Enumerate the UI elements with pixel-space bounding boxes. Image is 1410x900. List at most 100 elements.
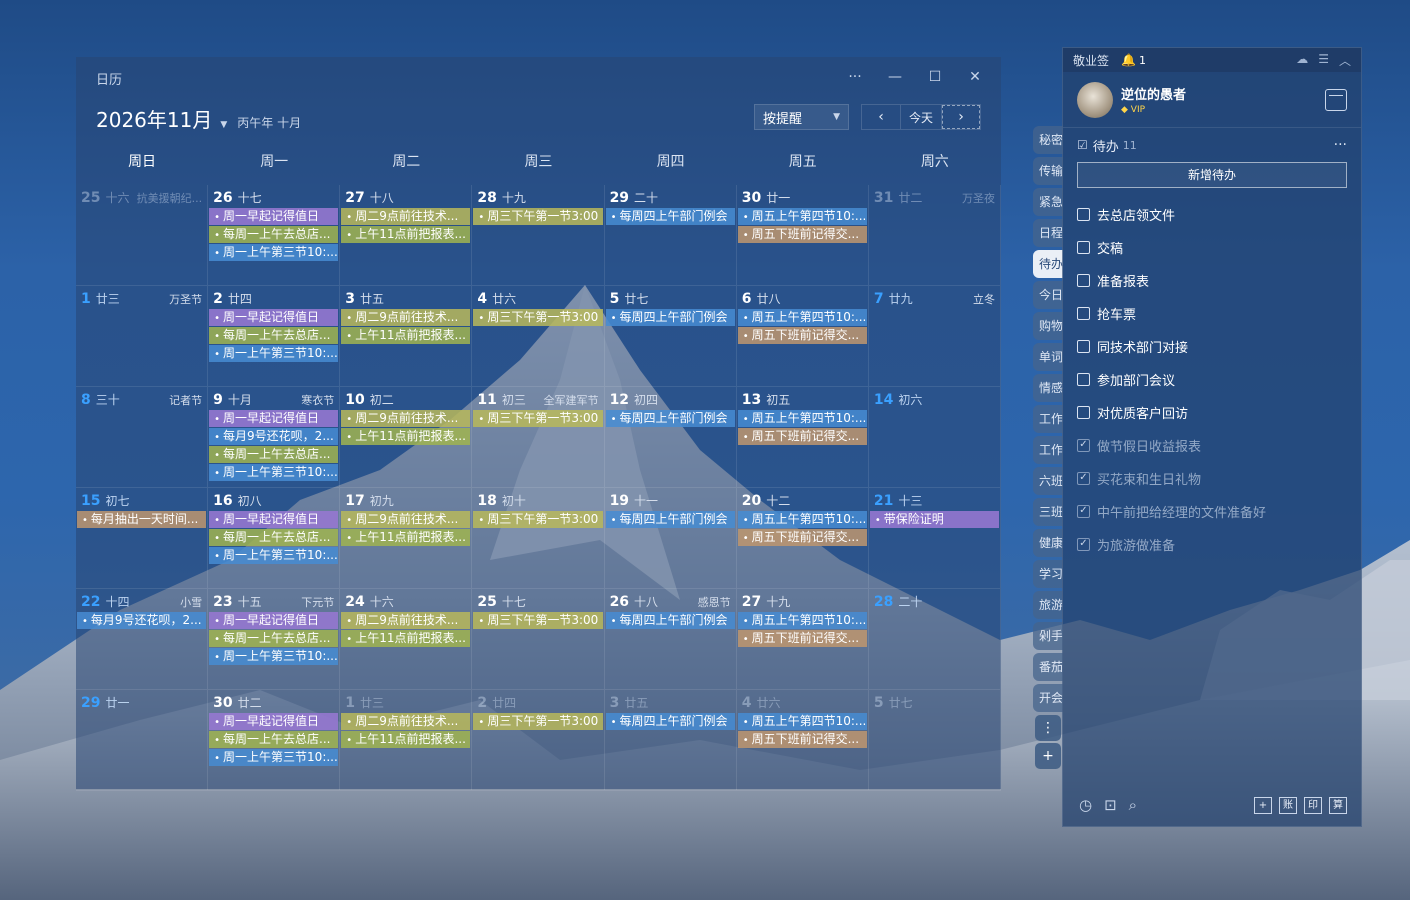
side-tab-item[interactable]: 番茄 (1033, 653, 1063, 681)
toolbar-box-button[interactable]: 账 (1279, 796, 1297, 814)
todo-checkbox[interactable]: ✓ (1077, 472, 1090, 485)
calendar-event[interactable]: 每周一上午去总店... (209, 731, 339, 748)
todo-checkbox[interactable] (1077, 208, 1090, 221)
day-cell[interactable]: 23 十五 下元节周一早起记得值日每周一上午去总店...周一上午第三节10:... (208, 589, 341, 690)
side-tab-item[interactable]: 待办 (1033, 250, 1063, 278)
day-cell[interactable]: 10 初二周二9点前往技术...上午11点前把报表... (340, 387, 473, 488)
todo-checkbox[interactable]: ✓ (1077, 505, 1090, 518)
calendar-event[interactable]: 每周一上午去总店... (209, 529, 339, 546)
calendar-event[interactable]: 上午11点前把报表... (341, 630, 471, 647)
day-cell[interactable]: 20 十二周五上午第四节10:...周五下班前记得交... (736, 488, 869, 589)
month-title[interactable]: 2026年11月 (96, 104, 212, 133)
calendar-event[interactable]: 周二9点前往技术... (341, 309, 471, 326)
calendar-event[interactable]: 每周四上午部门例会 (605, 713, 735, 730)
day-cell[interactable]: 5 廿七每周四上午部门例会 (604, 286, 737, 387)
todo-item[interactable]: 准备报表 (1063, 264, 1361, 297)
calendar-event[interactable]: 周一上午第三节10:... (209, 345, 339, 362)
archive-icon[interactable]: ⊡ (1104, 796, 1117, 814)
day-cell[interactable]: 7 廿九 立冬 (868, 286, 1001, 387)
side-tab-item[interactable]: 秘密 (1033, 126, 1063, 154)
calendar-event[interactable]: 每周一上午去总店... (209, 327, 339, 344)
day-cell[interactable]: 9 十月 寒衣节周一早起记得值日每月9号还花呗，2...每周一上午去总店...周一上… (208, 387, 341, 488)
side-tab-item[interactable]: 工作 (1033, 436, 1063, 464)
calendar-event[interactable]: 每月9号还花呗，2... (209, 428, 339, 445)
day-cell[interactable]: 2 廿四周三下午第一节3:00 (472, 690, 605, 791)
day-cell[interactable]: 8 三十 记者节 (76, 387, 209, 488)
day-cell[interactable]: 25 十七周三下午第一节3:00 (472, 589, 605, 690)
calendar-event[interactable]: 周五下班前记得交... (737, 327, 867, 344)
calendar-event[interactable]: 周一早起记得值日 (209, 511, 339, 528)
calendar-event[interactable]: 周五上午第四节10:... (737, 612, 867, 629)
calendar-event[interactable]: 周三下午第一节3:00 (473, 612, 603, 629)
todo-item[interactable]: 参加部门会议 (1063, 363, 1361, 396)
next-month-button[interactable]: › (942, 105, 980, 129)
calendar-event[interactable]: 上午11点前把报表... (341, 731, 471, 748)
calendar-event[interactable]: 周五下班前记得交... (737, 630, 867, 647)
collapse-icon[interactable]: ︿ (1339, 52, 1351, 69)
bell-icon[interactable]: 🔔 (1121, 53, 1136, 67)
day-cell[interactable]: 26 十八 感恩节每周四上午部门例会 (604, 589, 737, 690)
calendar-event[interactable]: 周五上午第四节10:... (737, 410, 867, 427)
today-button[interactable]: 今天 (900, 105, 942, 129)
calendar-event[interactable]: 周五下班前记得交... (737, 226, 867, 243)
calendar-event[interactable]: 周一早起记得值日 (209, 309, 339, 326)
todo-item[interactable]: 交稿 (1063, 231, 1361, 264)
calendar-event[interactable]: 每周四上午部门例会 (605, 511, 735, 528)
calendar-event[interactable]: 周一早起记得值日 (209, 208, 339, 225)
calendar-event[interactable]: 周一上午第三节10:... (209, 648, 339, 665)
calendar-event[interactable]: 上午11点前把报表... (341, 428, 471, 445)
more-vertical-icon[interactable]: ⋮ (1035, 715, 1061, 741)
minimize-icon[interactable]: — (877, 65, 913, 89)
calendar-event[interactable]: 周一早起记得值日 (209, 612, 339, 629)
day-cell[interactable]: 4 廿六周五上午第四节10:...周五下班前记得交... (736, 690, 869, 791)
day-cell[interactable]: 3 廿五周二9点前往技术...上午11点前把报表... (340, 286, 473, 387)
toolbar-box-button[interactable]: + (1254, 796, 1272, 814)
calendar-event[interactable]: 周三下午第一节3:00 (473, 309, 603, 326)
day-cell[interactable]: 13 初五周五上午第四节10:...周五下班前记得交... (736, 387, 869, 488)
side-tab-item[interactable]: 紧急 (1033, 188, 1063, 216)
calendar-event[interactable]: 周二9点前往技术... (341, 208, 471, 225)
more-icon[interactable]: ··· (837, 65, 873, 89)
calendar-event[interactable]: 周五下班前记得交... (737, 529, 867, 546)
calendar-event[interactable]: 周三下午第一节3:00 (473, 208, 603, 225)
calendar-event[interactable]: 周二9点前往技术... (341, 713, 471, 730)
todo-item[interactable]: 抢车票 (1063, 297, 1361, 330)
side-tab-item[interactable]: 剁手 (1033, 622, 1063, 650)
calendar-event[interactable]: 周五上午第四节10:... (737, 309, 867, 326)
side-tab-item[interactable]: 今日 (1033, 281, 1063, 309)
calendar-event[interactable]: 周二9点前往技术... (341, 410, 471, 427)
calendar-event[interactable]: 周三下午第一节3:00 (473, 713, 603, 730)
calendar-event[interactable]: 周三下午第一节3:00 (473, 410, 603, 427)
calendar-event[interactable]: 周一上午第三节10:... (209, 749, 339, 766)
side-tab-item[interactable]: 六班 (1033, 467, 1063, 495)
search-icon[interactable]: ⌕ (1129, 796, 1137, 814)
todo-checkbox[interactable] (1077, 241, 1090, 254)
todo-checkbox[interactable] (1077, 373, 1090, 386)
day-cell[interactable]: 31 廿二 万圣夜 (868, 185, 1001, 286)
todo-checkbox[interactable]: ✓ (1077, 538, 1090, 551)
day-cell[interactable]: 28 二十 (868, 589, 1001, 690)
day-cell[interactable]: 29 二十每周四上午部门例会 (604, 185, 737, 286)
day-cell[interactable]: 1 廿三 万圣节 (76, 286, 209, 387)
prev-month-button[interactable]: ‹ (862, 105, 900, 129)
calendar-event[interactable]: 每周一上午去总店... (209, 446, 339, 463)
side-tab-item[interactable]: 学习 (1033, 560, 1063, 588)
menu-icon[interactable]: ☰ (1318, 52, 1329, 69)
calendar-event[interactable]: 每周四上午部门例会 (605, 309, 735, 326)
todo-item[interactable]: ✓ 做节假日收益报表 (1063, 429, 1361, 462)
day-cell[interactable]: 22 十四 小雪每月9号还花呗，2... (76, 589, 209, 690)
toolbar-box-button[interactable]: 算 (1329, 796, 1347, 814)
day-cell[interactable]: 30 廿二周一早起记得值日每周一上午去总店...周一上午第三节10:... (208, 690, 341, 791)
side-tab-item[interactable]: 日程 (1033, 219, 1063, 247)
maximize-icon[interactable]: ☐ (917, 65, 953, 89)
day-cell[interactable]: 1 廿三周二9点前往技术...上午11点前把报表... (340, 690, 473, 791)
day-cell[interactable]: 24 十六周二9点前往技术...上午11点前把报表... (340, 589, 473, 690)
day-cell[interactable]: 27 十八周二9点前往技术...上午11点前把报表... (340, 185, 473, 286)
side-tab-item[interactable]: 情感 (1033, 374, 1063, 402)
day-cell[interactable]: 26 十七周一早起记得值日每周一上午去总店...周一上午第三节10:... (208, 185, 341, 286)
todo-checkbox[interactable] (1077, 307, 1090, 320)
day-cell[interactable]: 30 廿一周五上午第四节10:...周五下班前记得交... (736, 185, 869, 286)
calendar-event[interactable]: 周三下午第一节3:00 (473, 511, 603, 528)
todo-checkbox[interactable]: ✓ (1077, 439, 1090, 452)
side-tab-item[interactable]: 三班 (1033, 498, 1063, 526)
